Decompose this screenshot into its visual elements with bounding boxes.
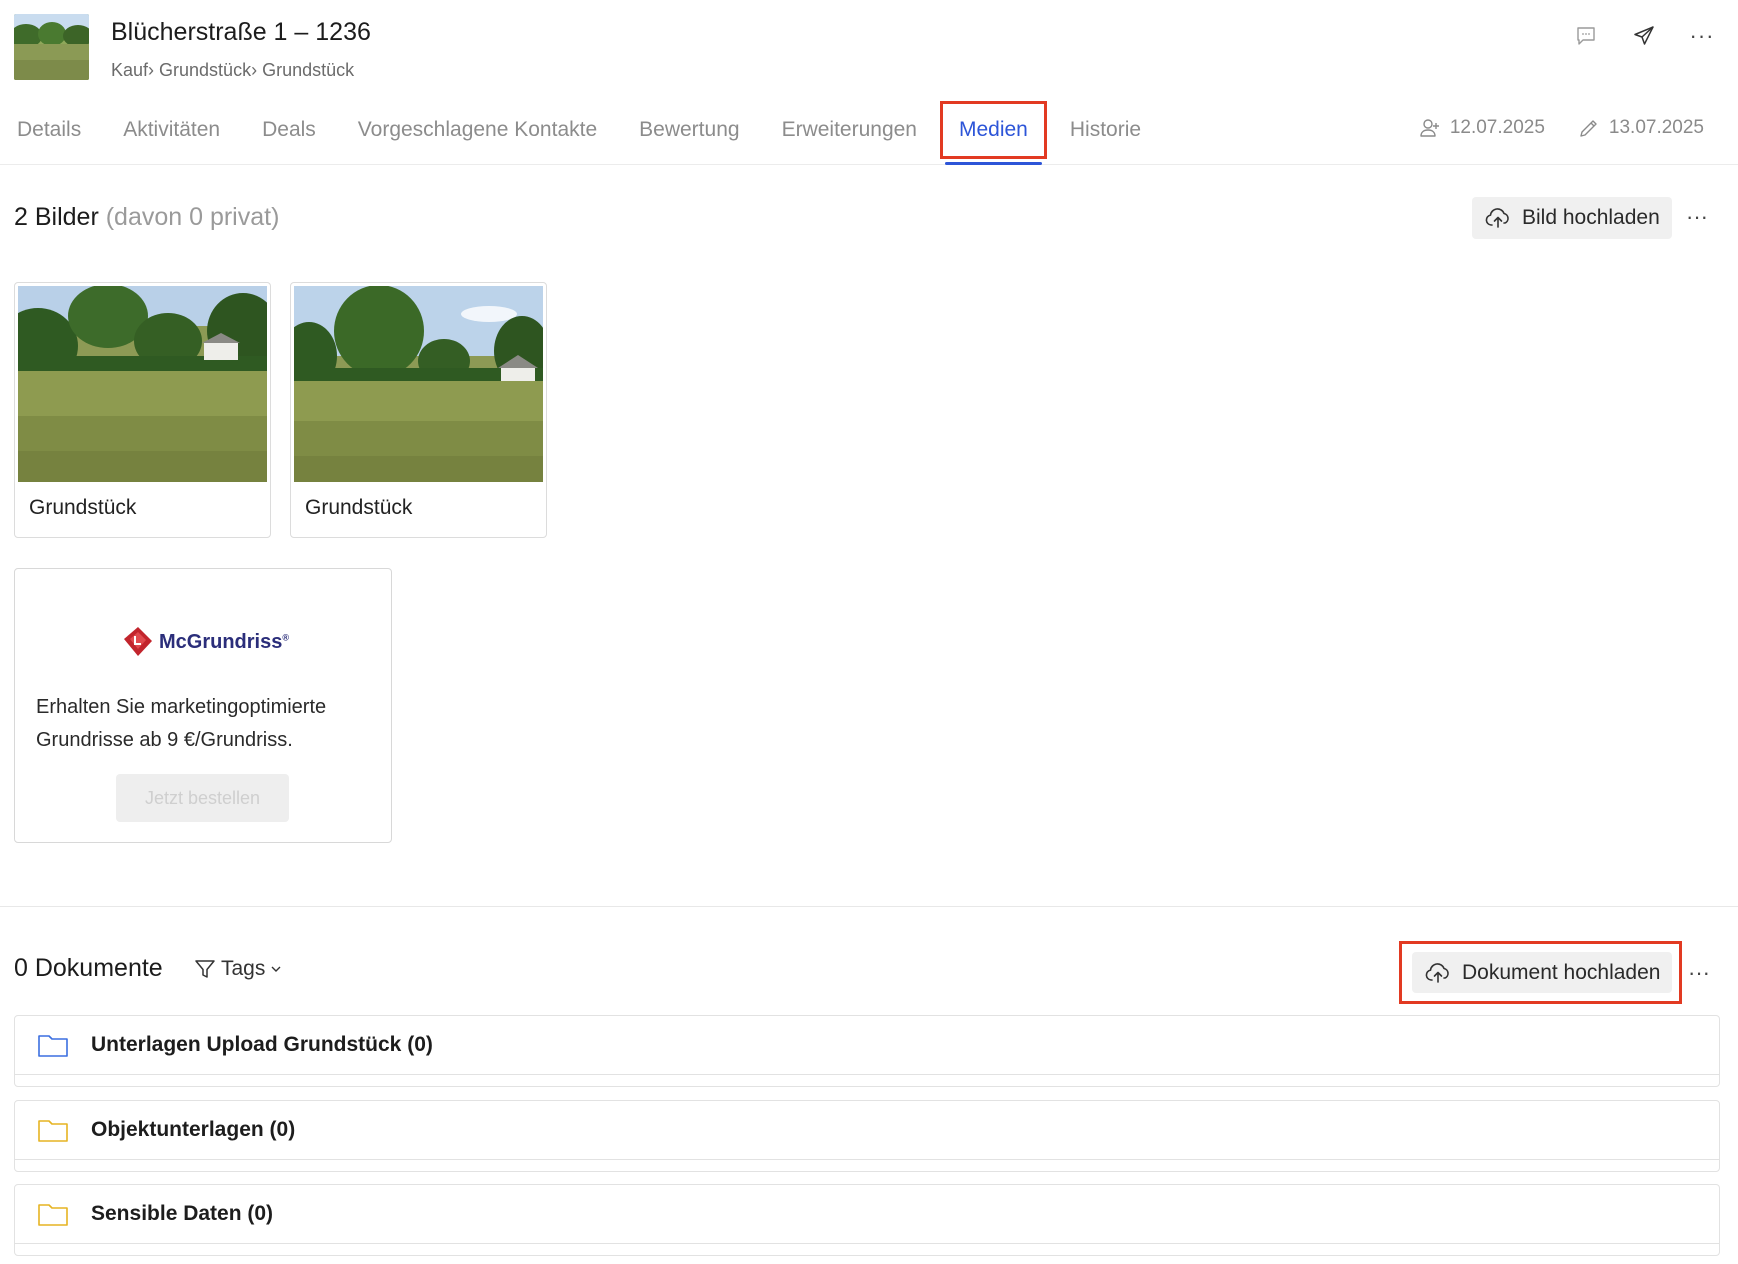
order-now-button[interactable]: Jetzt bestellen: [116, 774, 289, 822]
promo-text: Erhalten Sie marketingoptimierte Grundri…: [36, 696, 327, 751]
upload-image-button[interactable]: Bild hochladen: [1472, 197, 1672, 239]
folder-icon: [38, 1120, 68, 1142]
folder-label: Unterlagen Upload Grundstück (0): [91, 1033, 433, 1056]
cloud-upload-icon: [1425, 962, 1449, 983]
object-header: Blücherstraße 1 – 1236 Kauf › Grundstück…: [0, 0, 1738, 165]
tags-filter[interactable]: Tags: [193, 957, 287, 981]
tab-aktivitaeten[interactable]: Aktivitäten: [107, 104, 236, 156]
send-button[interactable]: [1622, 16, 1666, 56]
folder-sensible-daten[interactable]: Sensible Daten (0): [14, 1184, 1720, 1256]
breadcrumb-separator: ›: [251, 60, 263, 80]
images-count: 2 Bilder: [14, 203, 99, 231]
edited-date-value: 13.07.2025: [1608, 117, 1704, 138]
upload-document-highlight: Dokument hochladen: [1399, 941, 1682, 1004]
image-caption: Grundstück: [29, 496, 137, 519]
tags-filter-label: Tags: [221, 957, 266, 980]
page-title: Blücherstraße 1 – 1236: [111, 18, 371, 46]
breadcrumb-item[interactable]: Grundstück: [262, 60, 354, 81]
documents-heading: 0 Dokumente: [14, 954, 163, 982]
images-private-count: (davon 0 privat): [105, 203, 280, 231]
upload-document-button[interactable]: Dokument hochladen: [1412, 952, 1673, 993]
section-divider: [0, 906, 1738, 907]
tab-medien[interactable]: Medien: [939, 101, 1047, 165]
tab-historie[interactable]: Historie: [1054, 104, 1157, 156]
created-date: 12.07.2025: [1418, 116, 1545, 140]
image-card[interactable]: Grundstück: [290, 282, 547, 538]
tab-bewertung[interactable]: Bewertung: [623, 104, 755, 156]
breadcrumb: Kauf › Grundstück › Grundstück: [111, 60, 354, 81]
tab-vorgeschlagene-kontakte[interactable]: Vorgeschlagene Kontakte: [342, 104, 613, 156]
documents-more-button[interactable]: ···: [1688, 960, 1710, 986]
breadcrumb-separator: ›: [148, 60, 160, 80]
tab-details[interactable]: Details: [0, 104, 97, 156]
cloud-upload-icon: [1485, 208, 1509, 228]
mcgrundriss-logo: McGrundriss®: [121, 625, 289, 659]
chevron-down-icon: [271, 966, 281, 972]
images-heading: 2 Bilder (davon 0 privat): [14, 203, 279, 232]
record-meta: 12.07.2025 13.07.2025: [1386, 116, 1704, 140]
mcgrundriss-logo-icon: [124, 627, 152, 656]
comment-button[interactable]: [1564, 16, 1608, 56]
floorplan-promo-card: McGrundriss® Erhalten Sie marketingoptim…: [14, 568, 392, 843]
more-button[interactable]: ···: [1680, 16, 1724, 56]
object-thumbnail: [14, 14, 89, 80]
upload-document-label: Dokument hochladen: [1462, 960, 1661, 984]
folder-objektunterlagen[interactable]: Objektunterlagen (0): [14, 1100, 1720, 1172]
folder-unterlagen-upload[interactable]: Unterlagen Upload Grundstück (0): [14, 1015, 1720, 1087]
pencil-icon: [1580, 120, 1597, 137]
send-icon: [1634, 26, 1654, 45]
breadcrumb-item[interactable]: Kauf: [111, 60, 148, 81]
image-thumbnail: [294, 286, 543, 482]
header-actions: ···: [1564, 16, 1738, 56]
comment-icon: [1577, 27, 1595, 45]
filter-icon: [195, 960, 215, 978]
edited-date: 13.07.2025: [1577, 116, 1704, 140]
images-more-button[interactable]: ···: [1686, 204, 1708, 230]
folder-label: Sensible Daten (0): [91, 1202, 274, 1225]
folder-icon: [38, 1204, 68, 1226]
created-date-value: 12.07.2025: [1449, 117, 1545, 138]
upload-image-label: Bild hochladen: [1522, 206, 1660, 229]
tab-deals[interactable]: Deals: [246, 104, 332, 156]
tab-bar: Details Aktivitäten Deals Vorgeschlagene…: [0, 101, 1167, 165]
folder-label: Objektunterlagen (0): [91, 1118, 296, 1141]
image-card[interactable]: Grundstück: [14, 282, 271, 538]
folder-icon: [38, 1035, 68, 1057]
tab-erweiterungen[interactable]: Erweiterungen: [766, 104, 933, 156]
image-caption: Grundstück: [305, 496, 413, 519]
image-thumbnail: [18, 286, 267, 482]
mcgrundriss-logo-text: McGrundriss®: [159, 630, 289, 653]
user-add-icon: [1420, 119, 1439, 137]
breadcrumb-item[interactable]: Grundstück: [159, 60, 251, 81]
more-icon: ···: [1689, 23, 1715, 48]
